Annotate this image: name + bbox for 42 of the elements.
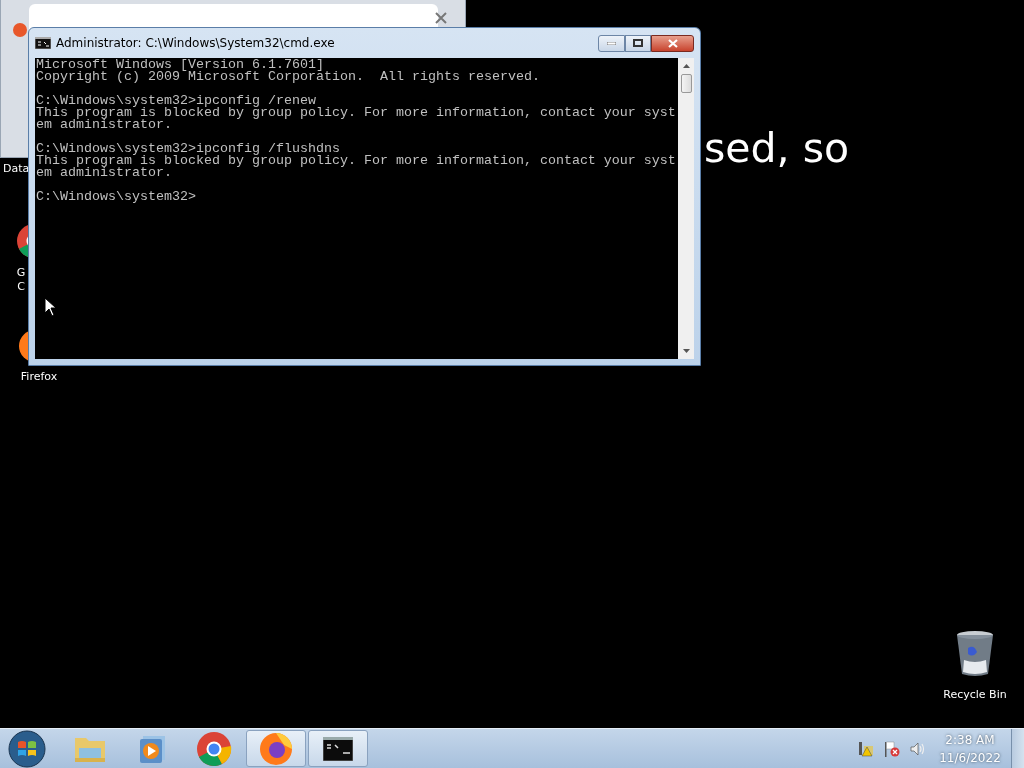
network-warning-icon[interactable] (857, 740, 875, 757)
up-arrow-icon[interactable] (682, 64, 690, 68)
flag-error-icon[interactable] (883, 740, 901, 757)
media-player-icon[interactable] (137, 733, 167, 764)
minimize-icon (607, 41, 616, 45)
console-line: em administrator. (36, 167, 173, 179)
close-icon[interactable] (435, 12, 447, 24)
start-button[interactable] (8, 729, 46, 768)
scrollbar[interactable] (678, 58, 694, 359)
console-icon (35, 37, 51, 49)
close-icon (667, 38, 678, 48)
recycle-bin-icon[interactable] (955, 630, 995, 678)
clock-time: 2:38 AM (945, 731, 995, 749)
icon-label: Data (3, 162, 30, 176)
console-line: This program is blocked by group policy. For more information, contact your syst (36, 107, 677, 119)
close-button[interactable] (651, 34, 694, 52)
icon-label: Firefox (20, 370, 58, 384)
maximize-icon (633, 39, 643, 47)
firefox-icon[interactable] (258, 730, 294, 767)
console-line: This program is blocked by group policy. For more information, contact your syst (36, 155, 677, 167)
pointer-icon (44, 297, 56, 317)
icon-label: G (16, 266, 26, 280)
clock-date: 11/6/2022 (939, 749, 1001, 767)
clock[interactable]: 2:38 AM 11/6/2022 (941, 730, 999, 767)
console-line: Microsoft Windows [Version 6.1.7601] (36, 59, 324, 71)
overlay-text: sed, so (704, 124, 850, 172)
console-line: C:\Windows\system32> (36, 191, 197, 203)
icon-label: C (17, 280, 25, 294)
icon-label: Recycle Bin (943, 688, 1007, 702)
console-line: em administrator. (36, 119, 173, 131)
maximize-button[interactable] (625, 34, 651, 52)
scroll-thumb[interactable] (680, 74, 692, 93)
console-line: Copyright (c) 2009 Microsoft Corporation. All rights reserved. (36, 71, 541, 83)
taskbar-button[interactable] (308, 730, 368, 767)
firefox-icon (12, 22, 28, 38)
window-title: Administrator: C:\Windows\System32\cmd.exe (56, 36, 336, 50)
console-line: C:\Windows\system32>ipconfig /flushdns (36, 143, 340, 155)
chrome-icon[interactable] (195, 729, 233, 768)
console-icon[interactable] (323, 736, 353, 761)
console-line: C:\Windows\system32>ipconfig /renew (36, 95, 316, 107)
down-arrow-icon[interactable] (682, 349, 690, 353)
speaker-icon[interactable] (909, 740, 927, 757)
